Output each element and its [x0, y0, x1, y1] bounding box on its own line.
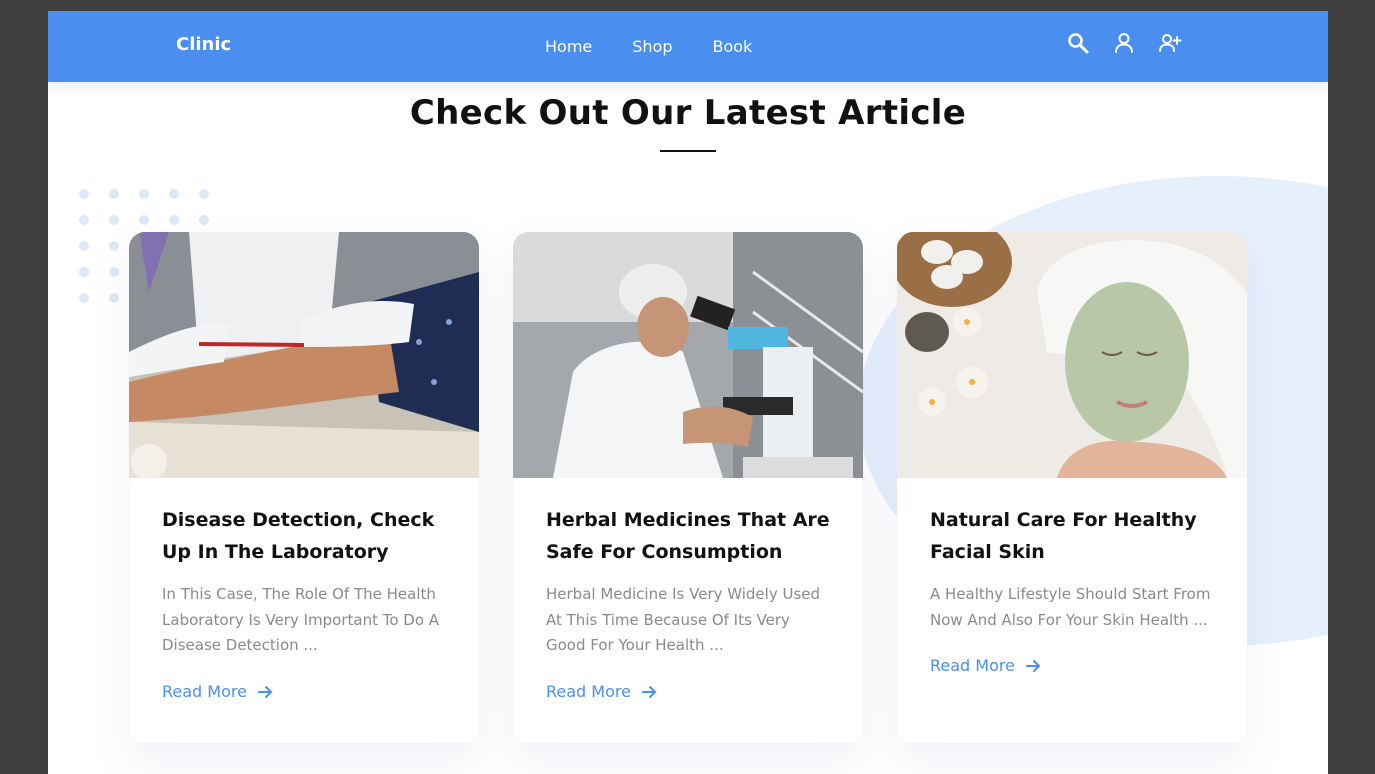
card-description: In This Case, The Role Of The Health Lab…: [162, 585, 440, 654]
nav-link-book[interactable]: Book: [713, 37, 753, 56]
blood-test-image: [129, 232, 479, 478]
add-user-icon[interactable]: [1158, 31, 1182, 55]
read-more-label: Read More: [162, 682, 247, 701]
read-more-link[interactable]: Read More: [162, 682, 273, 701]
arrow-right-icon: [257, 685, 272, 698]
microscope-lab-image: [513, 232, 863, 478]
card-description: A Healthy Lifestyle Should Start From No…: [930, 585, 1211, 629]
nav-links: Home Shop Book: [545, 37, 792, 56]
arrow-right-icon: [641, 685, 656, 698]
article-card[interactable]: Herbal Medicines That Are Safe For Consu…: [513, 232, 863, 743]
brand-logo[interactable]: Clinic: [176, 34, 231, 55]
search-icon[interactable]: [1066, 31, 1090, 55]
navbar: Clinic Home Shop Book: [48, 11, 1328, 82]
arrow-right-icon: [1025, 659, 1040, 672]
user-icon[interactable]: [1112, 31, 1136, 55]
nav-link-shop[interactable]: Shop: [632, 37, 672, 56]
section-title: Check Out Our Latest Article: [409, 93, 967, 133]
nav-link-home[interactable]: Home: [545, 37, 592, 56]
read-more-label: Read More: [930, 656, 1015, 675]
read-more-link[interactable]: Read More: [930, 656, 1041, 675]
read-more-link[interactable]: Read More: [546, 682, 657, 701]
card-body: Natural Care For Healthy Facial Skin A H…: [897, 478, 1247, 633]
card-title[interactable]: Disease Detection, Check Up In The Labor…: [162, 504, 452, 568]
card-body: Disease Detection, Check Up In The Labor…: [129, 478, 479, 659]
card-title[interactable]: Herbal Medicines That Are Safe For Consu…: [546, 504, 836, 568]
card-body: Herbal Medicines That Are Safe For Consu…: [513, 478, 863, 659]
card-description: Herbal Medicine Is Very Widely Used At T…: [546, 585, 821, 654]
article-card[interactable]: Disease Detection, Check Up In The Labor…: [129, 232, 479, 743]
facial-mask-spa-image: [897, 232, 1247, 478]
read-more-label: Read More: [546, 682, 631, 701]
article-card[interactable]: Natural Care For Healthy Facial Skin A H…: [897, 232, 1247, 743]
page: Clinic Home Shop Book Check Out Our Late…: [48, 11, 1328, 774]
card-title[interactable]: Natural Care For Healthy Facial Skin: [930, 504, 1220, 568]
title-underline: [660, 150, 716, 152]
nav-icons: [1066, 31, 1182, 55]
